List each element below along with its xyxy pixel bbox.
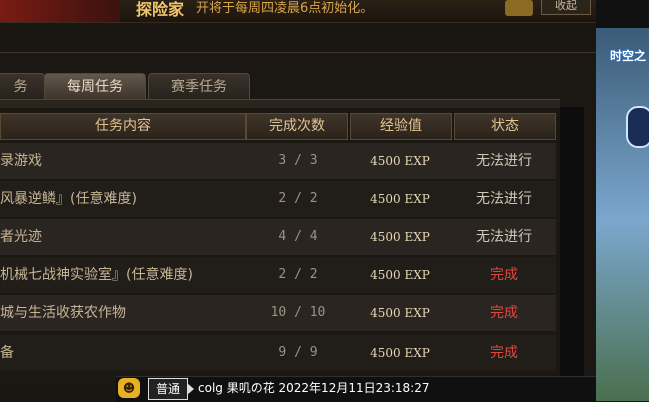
task-status: 无法进行 <box>476 191 532 207</box>
channel-arrow-icon[interactable] <box>187 383 194 395</box>
task-name: 风暴逆鳞』(任意难度) <box>0 191 137 207</box>
table-row[interactable]: 城与生活收获农作物 10 / 10 4500 EXP 完成 <box>0 295 556 331</box>
chat-message: colg 果叽の花 2022年12月11日23:18:27 <box>198 381 430 395</box>
task-status: 完成 <box>490 267 518 283</box>
collapse-button[interactable]: 收起 <box>541 0 591 15</box>
task-exp: 4500 EXP <box>370 230 430 244</box>
task-exp: 4500 EXP <box>370 306 430 320</box>
task-name: 者光迹 <box>0 229 42 245</box>
gift-icon[interactable] <box>505 0 533 16</box>
top-title: 探险家 <box>136 0 185 19</box>
task-exp: 4500 EXP <box>370 346 430 360</box>
task-count: 4 / 4 <box>278 229 318 244</box>
task-name: 机械七战神实验室』(任意难度) <box>0 267 193 283</box>
side-character-icon[interactable] <box>626 106 649 148</box>
task-name: 城与生活收获农作物 <box>0 305 126 321</box>
task-count: 3 / 3 <box>278 153 318 168</box>
task-exp: 4500 EXP <box>370 268 430 282</box>
task-count: 9 / 9 <box>278 345 318 360</box>
task-count: 10 / 10 <box>270 305 326 320</box>
tab-season[interactable]: 赛季任务 <box>148 73 250 100</box>
header-completion-count: 完成次数 <box>246 113 348 140</box>
task-exp: 4500 EXP <box>370 192 430 206</box>
table-row[interactable]: 录游戏 3 / 3 4500 EXP 无法进行 <box>0 143 556 179</box>
task-count: 2 / 2 <box>278 191 318 206</box>
table-row[interactable]: 者光迹 4 / 4 4500 EXP 无法进行 <box>0 219 556 255</box>
scrollbar-track[interactable] <box>560 107 584 386</box>
tab-weekly[interactable]: 每周任务 <box>44 73 146 100</box>
table-row[interactable]: 风暴逆鳞』(任意难度) 2 / 2 4500 EXP 无法进行 <box>0 181 556 217</box>
header-exp: 经验值 <box>350 113 452 140</box>
header-status: 状态 <box>454 113 556 140</box>
task-status: 完成 <box>490 345 518 361</box>
task-name: 录游戏 <box>0 153 42 169</box>
task-status: 无法进行 <box>476 153 532 169</box>
tab-daily[interactable]: 务 <box>0 73 45 100</box>
table-row[interactable]: 机械七战神实验室』(任意难度) 2 / 2 4500 EXP 完成 <box>0 257 556 293</box>
chat-channel-button[interactable]: 普通 <box>148 378 188 400</box>
table-row[interactable]: 备 9 / 9 4500 EXP 完成 <box>0 335 556 371</box>
reset-notice: 开将于每周四凌晨6点初始化。 <box>196 1 374 16</box>
task-status: 无法进行 <box>476 229 532 245</box>
task-name: 备 <box>0 345 14 361</box>
task-exp: 4500 EXP <box>370 154 430 168</box>
emoji-icon[interactable]: ☻ <box>118 378 140 398</box>
task-status: 完成 <box>490 305 518 321</box>
tab-divider <box>0 99 560 108</box>
header-task-content: 任务内容 <box>0 113 246 140</box>
side-top-bar <box>596 0 649 28</box>
side-label[interactable]: 时空之 <box>610 47 646 64</box>
task-count: 2 / 2 <box>278 267 318 282</box>
game-emblem <box>0 0 120 22</box>
